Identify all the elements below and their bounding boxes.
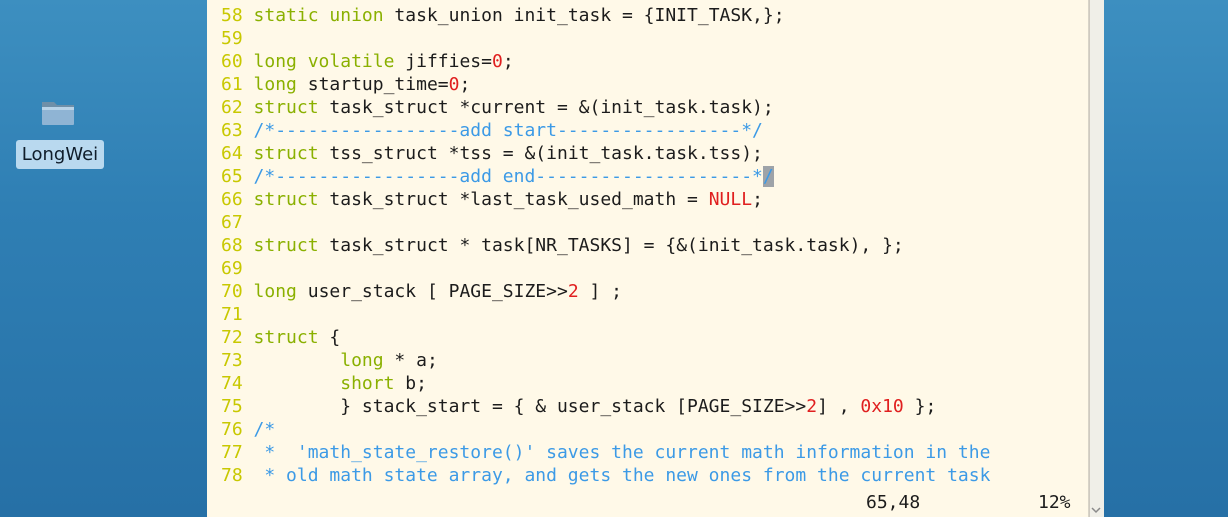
code-text: task_struct *last_task_used_math = [329, 189, 709, 210]
vertical-scrollbar[interactable] [1089, 0, 1104, 517]
code-text: ] , [817, 396, 861, 417]
code-line: 70 long user_stack [ PAGE_SIZE>>2 ] ; [221, 280, 1087, 303]
folder-icon [42, 102, 74, 125]
code-number: 2 [567, 281, 579, 302]
code-text: jiffies= [405, 51, 492, 72]
code-keyword: short [340, 373, 395, 394]
code-text: task_struct * task[NR_TASKS] = {&(init_t… [329, 235, 904, 256]
cursor-position: 65,48 [866, 492, 921, 513]
line-number: 60 [221, 51, 243, 72]
code-line: 62 struct task_struct *current = &(init_… [221, 96, 1087, 119]
scroll-percent: 12% [1038, 492, 1071, 513]
code-text: ; [752, 189, 763, 210]
code-line: 71 [221, 303, 1087, 326]
code-line: 69 [221, 257, 1087, 280]
code-text: }; [903, 396, 937, 417]
line-number: 61 [221, 74, 243, 95]
line-number: 70 [221, 281, 243, 302]
scroll-down-arrow-icon[interactable] [1089, 502, 1103, 517]
code-number: NULL [708, 189, 753, 210]
code-comment: /*-----------------add end--------------… [253, 166, 763, 187]
code-keyword: struct [253, 235, 319, 256]
code-text: } stack_start = { & user_stack [PAGE_SIZ… [253, 396, 807, 417]
line-number: 78 [221, 465, 243, 486]
line-number: 58 [221, 5, 243, 26]
line-number: 68 [221, 235, 243, 256]
line-number: 65 [221, 166, 243, 187]
line-number: 64 [221, 143, 243, 164]
code-line: 75 } stack_start = { & user_stack [PAGE_… [221, 395, 1087, 418]
code-keyword: struct [253, 143, 319, 164]
code-line: 77 * 'math_state_restore()' saves the cu… [221, 441, 1087, 464]
code-comment: /* [253, 419, 276, 440]
desktop-icon-label: LongWei [15, 140, 105, 169]
line-number: 59 [221, 28, 243, 49]
code-number: 0x10 [860, 396, 904, 417]
line-number: 67 [221, 212, 243, 233]
code-text: ] ; [578, 281, 623, 302]
code-keyword: long [253, 74, 297, 95]
code-line: 60 long volatile jiffies=0; [221, 50, 1087, 73]
code-line: 73 long * a; [221, 349, 1087, 372]
code-keyword: long [253, 281, 297, 302]
code-text: user_stack [ PAGE_SIZE>> [307, 281, 568, 302]
line-number: 76 [221, 419, 243, 440]
code-line: 65 /*-----------------add end-----------… [221, 165, 1087, 188]
code-line: 67 [221, 211, 1087, 234]
code-keyword: long volatile [253, 51, 395, 72]
code-line: 74 short b; [221, 372, 1087, 395]
code-line: 76 /* [221, 418, 1087, 441]
code-line: 63 /*-----------------add start---------… [221, 119, 1087, 142]
code-line: 72 struct { [221, 326, 1087, 349]
code-text: tss_struct *tss = &(init_task.task.tss); [329, 143, 763, 164]
code-text: * a; [383, 350, 438, 371]
code-line: 64 struct tss_struct *tss = &(init_task.… [221, 142, 1087, 165]
code-text: b; [394, 373, 427, 394]
code-text: startup_time= [307, 74, 449, 95]
code-line: 68 struct task_struct * task[NR_TASKS] =… [221, 234, 1087, 257]
line-number: 74 [221, 373, 243, 394]
line-number: 63 [221, 120, 243, 141]
code-text: task_struct *current = &(init_task.task)… [329, 97, 774, 118]
code-line: 58 static union task_union init_task = {… [221, 4, 1087, 27]
code-line: 61 long startup_time=0; [221, 73, 1087, 96]
line-number: 69 [221, 258, 243, 279]
line-number: 75 [221, 396, 243, 417]
code-comment: /*-----------------add start------------… [253, 120, 763, 141]
line-number: 66 [221, 189, 243, 210]
line-number: 73 [221, 350, 243, 371]
code-line: 78 * old math state array, and gets the … [221, 464, 1087, 487]
code-number: 0 [448, 74, 460, 95]
line-number: 62 [221, 97, 243, 118]
desktop-folder-longwei[interactable]: LongWei [12, 96, 108, 169]
code-line: 66 struct task_struct *last_task_used_ma… [221, 188, 1087, 211]
line-number: 72 [221, 327, 243, 348]
line-number: 71 [221, 304, 243, 325]
code-keyword: static union [253, 5, 384, 26]
code-line: 59 [221, 27, 1087, 50]
editor-status-line: 65,48 12% [221, 491, 1087, 514]
code-comment: * old math state array, and gets the new… [253, 465, 991, 486]
code-keyword: long [340, 350, 384, 371]
code-keyword: struct [253, 189, 319, 210]
text-cursor: / [762, 166, 774, 187]
code-number: 0 [491, 51, 503, 72]
code-keyword: struct [253, 327, 319, 348]
code-text: task_union init_task = {INIT_TASK,}; [394, 5, 785, 26]
editor-text-area[interactable]: 58 static union task_union init_task = {… [221, 4, 1087, 487]
code-text: ; [459, 74, 471, 95]
code-number: 2 [806, 396, 818, 417]
code-keyword: struct [253, 97, 319, 118]
line-number: 77 [221, 442, 243, 463]
code-text: { [318, 327, 341, 348]
code-comment: * 'math_state_restore()' saves the curre… [253, 442, 991, 463]
code-text: ; [502, 51, 514, 72]
